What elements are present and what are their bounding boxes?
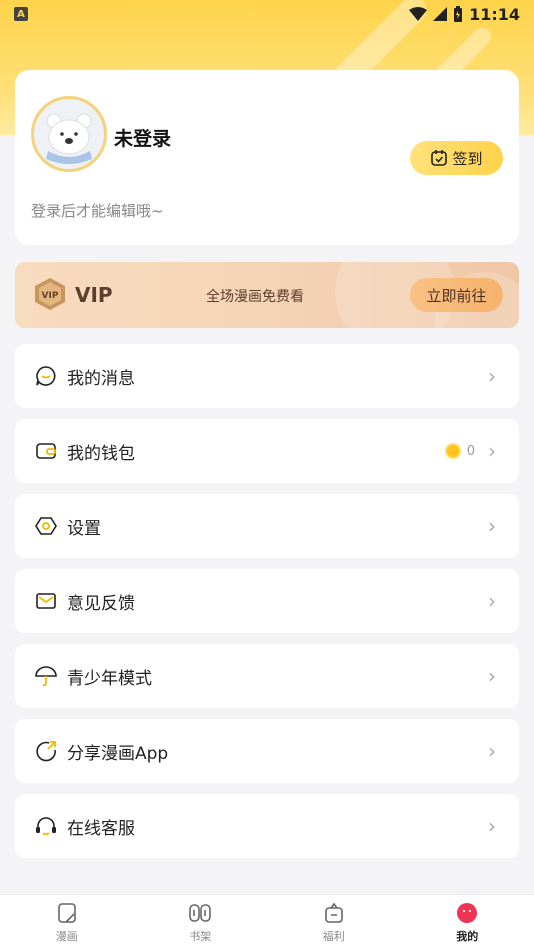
tab-welfare[interactable]: 福利	[267, 895, 401, 950]
mail-icon	[35, 590, 57, 612]
menu-item-feedback[interactable]: 意见反馈 ›	[15, 569, 519, 633]
login-status-title[interactable]: 未登录	[114, 124, 171, 151]
share-icon	[35, 740, 57, 762]
login-hint: 登录后才能编辑哦~	[31, 202, 164, 220]
signin-button[interactable]: 签到	[410, 141, 503, 175]
tab-label: 书架	[189, 929, 212, 943]
notification-icon: A	[14, 7, 28, 21]
bear-avatar-icon	[46, 113, 92, 164]
menu-item-settings[interactable]: 设置 ›	[15, 494, 519, 558]
headset-icon	[35, 815, 57, 837]
menu-item-label: 我的消息	[67, 368, 135, 389]
umbrella-icon	[35, 665, 57, 687]
tab-label: 福利	[322, 929, 345, 943]
chevron-right-icon: ›	[488, 364, 496, 388]
message-icon	[35, 365, 57, 387]
wallet-balance-value: 0	[466, 443, 475, 459]
bottom-tab-bar: 漫画 书架 福利 我的	[0, 894, 534, 950]
vip-go-button[interactable]: 立即前往	[410, 278, 503, 312]
menu-item-teen-mode[interactable]: 青少年模式 ›	[15, 644, 519, 708]
menu-item-messages[interactable]: 我的消息 ›	[15, 344, 519, 408]
signin-label: 签到	[452, 149, 483, 168]
menu-item-share[interactable]: 分享漫画App ›	[15, 719, 519, 783]
battery-icon	[454, 6, 463, 22]
menu-item-label: 设置	[67, 518, 101, 539]
bookshelf-icon	[189, 903, 212, 922]
wallet-icon	[35, 440, 57, 462]
menu-item-customer-service[interactable]: 在线客服 ›	[15, 794, 519, 858]
chevron-right-icon: ›	[488, 739, 496, 763]
tab-bookshelf[interactable]: 书架	[134, 895, 268, 950]
status-bar: A 11:14	[0, 0, 534, 28]
menu-item-label: 青少年模式	[67, 668, 152, 689]
profile-icon	[457, 902, 478, 923]
chevron-right-icon: ›	[488, 514, 496, 538]
menu-item-label: 意见反馈	[67, 593, 135, 614]
wifi-icon	[409, 7, 428, 21]
vip-title: VIP	[75, 283, 113, 307]
gift-icon	[324, 902, 343, 923]
chevron-right-icon: ›	[488, 664, 496, 688]
tab-label: 漫画	[55, 929, 78, 943]
calendar-check-icon	[431, 150, 448, 166]
menu-item-label: 我的钱包	[67, 443, 135, 464]
tab-mine[interactable]: 我的	[401, 895, 534, 950]
comic-icon	[57, 902, 76, 923]
vip-badge-icon: VIP	[33, 277, 67, 317]
chevron-right-icon: ›	[488, 439, 496, 463]
menu-item-label: 在线客服	[67, 818, 135, 839]
tab-label: 我的	[456, 929, 479, 943]
vip-banner[interactable]: VIP VIP 全场漫画免费看 立即前往	[15, 262, 519, 328]
vip-description: 全场漫画免费看	[206, 289, 304, 305]
signal-icon	[433, 7, 448, 21]
coin-icon	[444, 443, 461, 459]
menu-item-wallet[interactable]: 我的钱包 0 ›	[15, 419, 519, 483]
profile-card: 未登录 签到 登录后才能编辑哦~	[15, 70, 519, 245]
chevron-right-icon: ›	[488, 814, 496, 838]
chevron-right-icon: ›	[488, 589, 496, 613]
avatar[interactable]	[31, 96, 107, 172]
tab-comics[interactable]: 漫画	[0, 895, 134, 950]
wallet-balance: 0	[444, 443, 475, 459]
menu-item-label: 分享漫画App	[67, 743, 169, 764]
svg-text:VIP: VIP	[42, 291, 59, 301]
settings-icon	[35, 515, 57, 537]
clock: 11:14	[469, 4, 520, 24]
